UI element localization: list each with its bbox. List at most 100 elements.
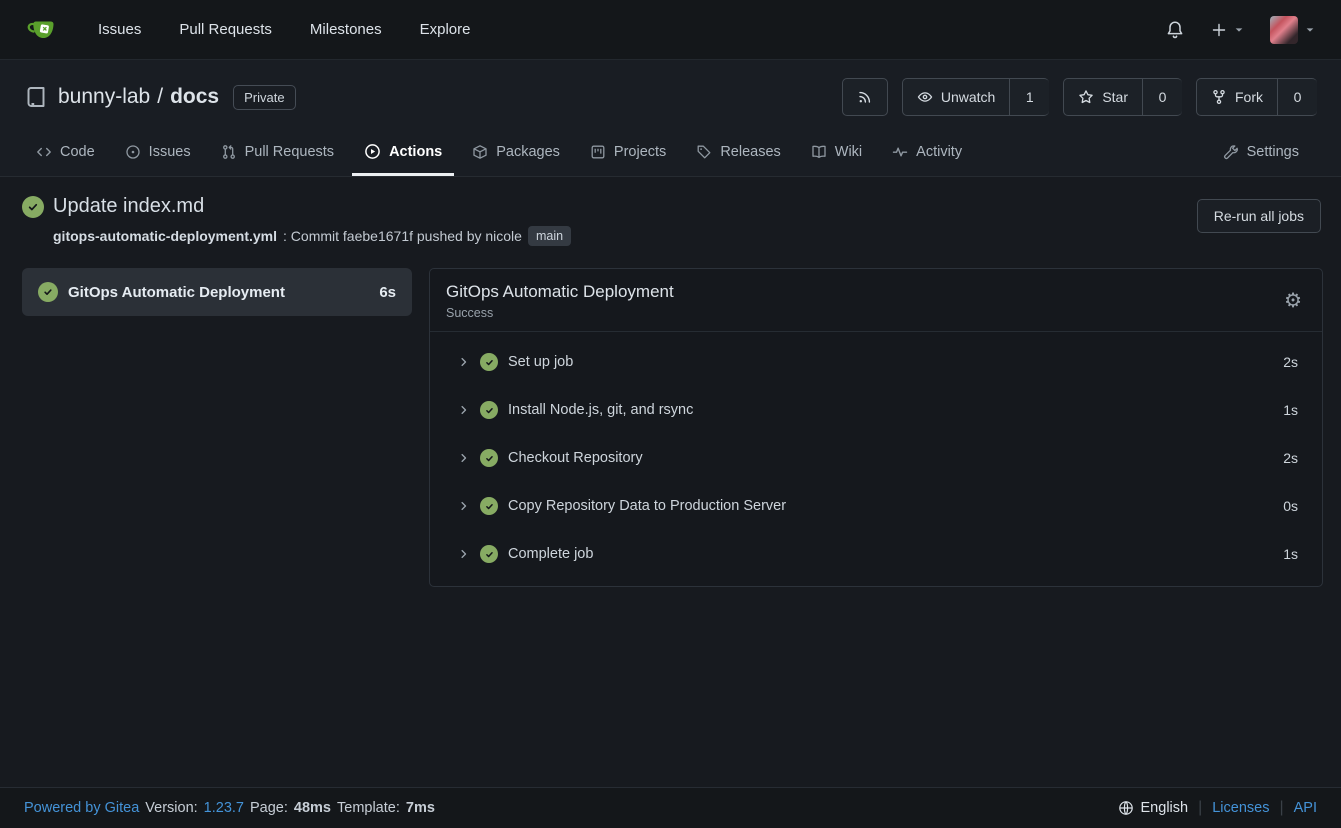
notifications-button[interactable] [1165,20,1185,40]
job-detail-panel: GitOps Automatic Deployment Success ⚙ Se… [429,268,1323,587]
tab-releases[interactable]: Releases [684,130,792,176]
step-name: Install Node.js, git, and rsync [508,402,1273,418]
step-name: Set up job [508,354,1273,370]
step-duration: 1s [1283,546,1298,562]
chevron-down-icon [1234,25,1244,35]
create-new-button[interactable] [1211,22,1244,38]
gear-icon[interactable]: ⚙ [1280,287,1306,315]
licenses-link[interactable]: Licenses [1212,800,1269,816]
tab-packages[interactable]: Packages [460,130,572,176]
stars-count[interactable]: 0 [1142,78,1182,116]
repo-owner-link[interactable]: bunny-lab [58,85,150,108]
star-button[interactable]: Star [1063,78,1142,116]
tools-icon [1223,144,1239,160]
navbar-right [1165,16,1315,44]
rss-icon [857,89,873,105]
tab-label: Packages [496,144,560,160]
unwatch-button[interactable]: Unwatch [902,78,1009,116]
page-footer: Powered by Gitea Version: 1.23.7 Page: 4… [0,787,1341,828]
footer-divider: | [1279,799,1283,817]
template-time-label: Template: [337,800,400,816]
version-label: Version: [145,800,197,816]
actions-run-page: Update index.md gitops-automatic-deploym… [0,177,1341,787]
tab-actions[interactable]: Actions [352,130,454,176]
tabs-spacer [980,130,1211,176]
run-title-block: Update index.md gitops-automatic-deploym… [22,195,571,246]
tab-wiki[interactable]: Wiki [799,130,874,176]
step-row[interactable]: Install Node.js, git, and rsync 1s [430,386,1322,434]
chevron-right-icon [458,404,470,416]
top-navbar: Issues Pull Requests Milestones Explore [0,0,1341,60]
powered-by-gitea-link[interactable]: Powered by Gitea [24,800,139,816]
rerun-all-jobs-button[interactable]: Re-run all jobs [1197,199,1321,233]
fork-label: Fork [1235,89,1263,105]
success-check-icon [38,282,58,302]
book-open-icon [811,144,827,160]
chevron-down-icon [1305,25,1315,35]
success-check-icon [480,353,498,371]
success-check-icon [480,449,498,467]
job-name: GitOps Automatic Deployment [68,284,369,301]
tab-projects[interactable]: Projects [578,130,678,176]
repo-header: bunny-lab/docs Private [0,60,1341,177]
project-board-icon [590,144,606,160]
nav-link-milestones[interactable]: Milestones [310,21,382,38]
branch-badge[interactable]: main [528,226,571,246]
repo-title-row: bunny-lab/docs Private [24,78,1317,116]
job-steps-list: Set up job 2s Install Node.js, git, and … [430,332,1322,586]
play-circle-icon [364,143,381,160]
issue-opened-icon [125,144,141,160]
step-duration: 2s [1283,354,1298,370]
step-row[interactable]: Complete job 1s [430,530,1322,578]
tab-label: Settings [1247,144,1299,160]
page-time-value: 48ms [294,800,331,816]
footer-right: English | Licenses | API [1118,799,1317,817]
forks-count[interactable]: 0 [1277,78,1317,116]
job-list-item[interactable]: GitOps Automatic Deployment 6s [22,268,412,316]
step-name: Complete job [508,546,1273,562]
chevron-right-icon [458,500,470,512]
bell-icon [1165,20,1185,40]
tab-label: Actions [389,144,442,160]
tab-issues[interactable]: Issues [113,130,203,176]
api-link[interactable]: API [1294,800,1317,816]
tab-pull-requests[interactable]: Pull Requests [209,130,346,176]
version-link[interactable]: 1.23.7 [204,800,244,816]
fork-button[interactable]: Fork [1196,78,1277,116]
tab-settings[interactable]: Settings [1211,130,1311,176]
tab-activity[interactable]: Activity [880,130,974,176]
footer-divider: | [1198,799,1202,817]
repo-book-icon [24,85,48,109]
watchers-count[interactable]: 1 [1009,78,1049,116]
workflow-file-name[interactable]: gitops-automatic-deployment.yml [53,228,277,244]
nav-link-pull-requests[interactable]: Pull Requests [179,21,272,38]
step-name: Copy Repository Data to Production Serve… [508,498,1273,514]
language-selector[interactable]: English [1118,800,1189,816]
tab-label: Releases [720,144,780,160]
step-row[interactable]: Copy Repository Data to Production Serve… [430,482,1322,530]
user-menu[interactable] [1270,16,1315,44]
nav-link-issues[interactable]: Issues [98,21,141,38]
step-row[interactable]: Checkout Repository 2s [430,434,1322,482]
job-panel-titles: GitOps Automatic Deployment Success [446,282,674,320]
step-row[interactable]: Set up job 2s [430,338,1322,386]
job-detail-title: GitOps Automatic Deployment [446,282,674,302]
step-duration: 0s [1283,498,1298,514]
package-icon [472,144,488,160]
rss-button[interactable] [842,78,888,116]
code-icon [36,144,52,160]
private-badge: Private [233,85,295,110]
job-duration: 6s [379,284,396,301]
tab-label: Wiki [835,144,862,160]
repo-name-link[interactable]: docs [170,85,219,108]
star-button-group: Star 0 [1063,78,1182,116]
step-name: Checkout Repository [508,450,1273,466]
gitea-logo-icon[interactable] [26,13,60,47]
success-check-icon [480,545,498,563]
chevron-right-icon [458,548,470,560]
chevron-right-icon [458,356,470,368]
unwatch-label: Unwatch [941,89,995,105]
nav-link-explore[interactable]: Explore [420,21,471,38]
tab-code[interactable]: Code [24,130,107,176]
run-title: Update index.md [53,195,204,218]
